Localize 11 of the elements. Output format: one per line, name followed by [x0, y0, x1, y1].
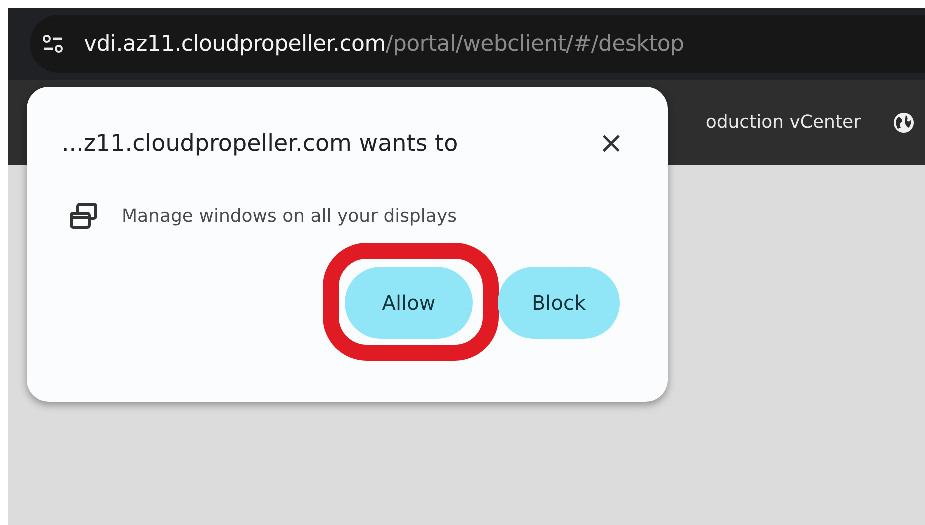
- close-button[interactable]: ×: [590, 129, 632, 159]
- popup-title: ...z11.cloudpropeller.com wants to: [62, 131, 458, 157]
- permission-button[interactable]: Allow: [345, 267, 473, 339]
- permission-text: Manage windows on all your displays: [122, 206, 457, 226]
- bookmark-item[interactable]: oduction vCenter: [706, 112, 861, 133]
- site-settings-icon[interactable]: [42, 35, 64, 53]
- windows-icon: [70, 203, 98, 229]
- address-bar[interactable]: vdi.az11.cloudpropeller.com/portal/webclient/#/desktop: [30, 15, 925, 73]
- globe-icon[interactable]: [893, 112, 915, 134]
- url-text: vdi.az11.cloudpropeller.com/portal/webclient/#/desktop: [84, 32, 684, 56]
- permission-button[interactable]: Block: [498, 267, 620, 339]
